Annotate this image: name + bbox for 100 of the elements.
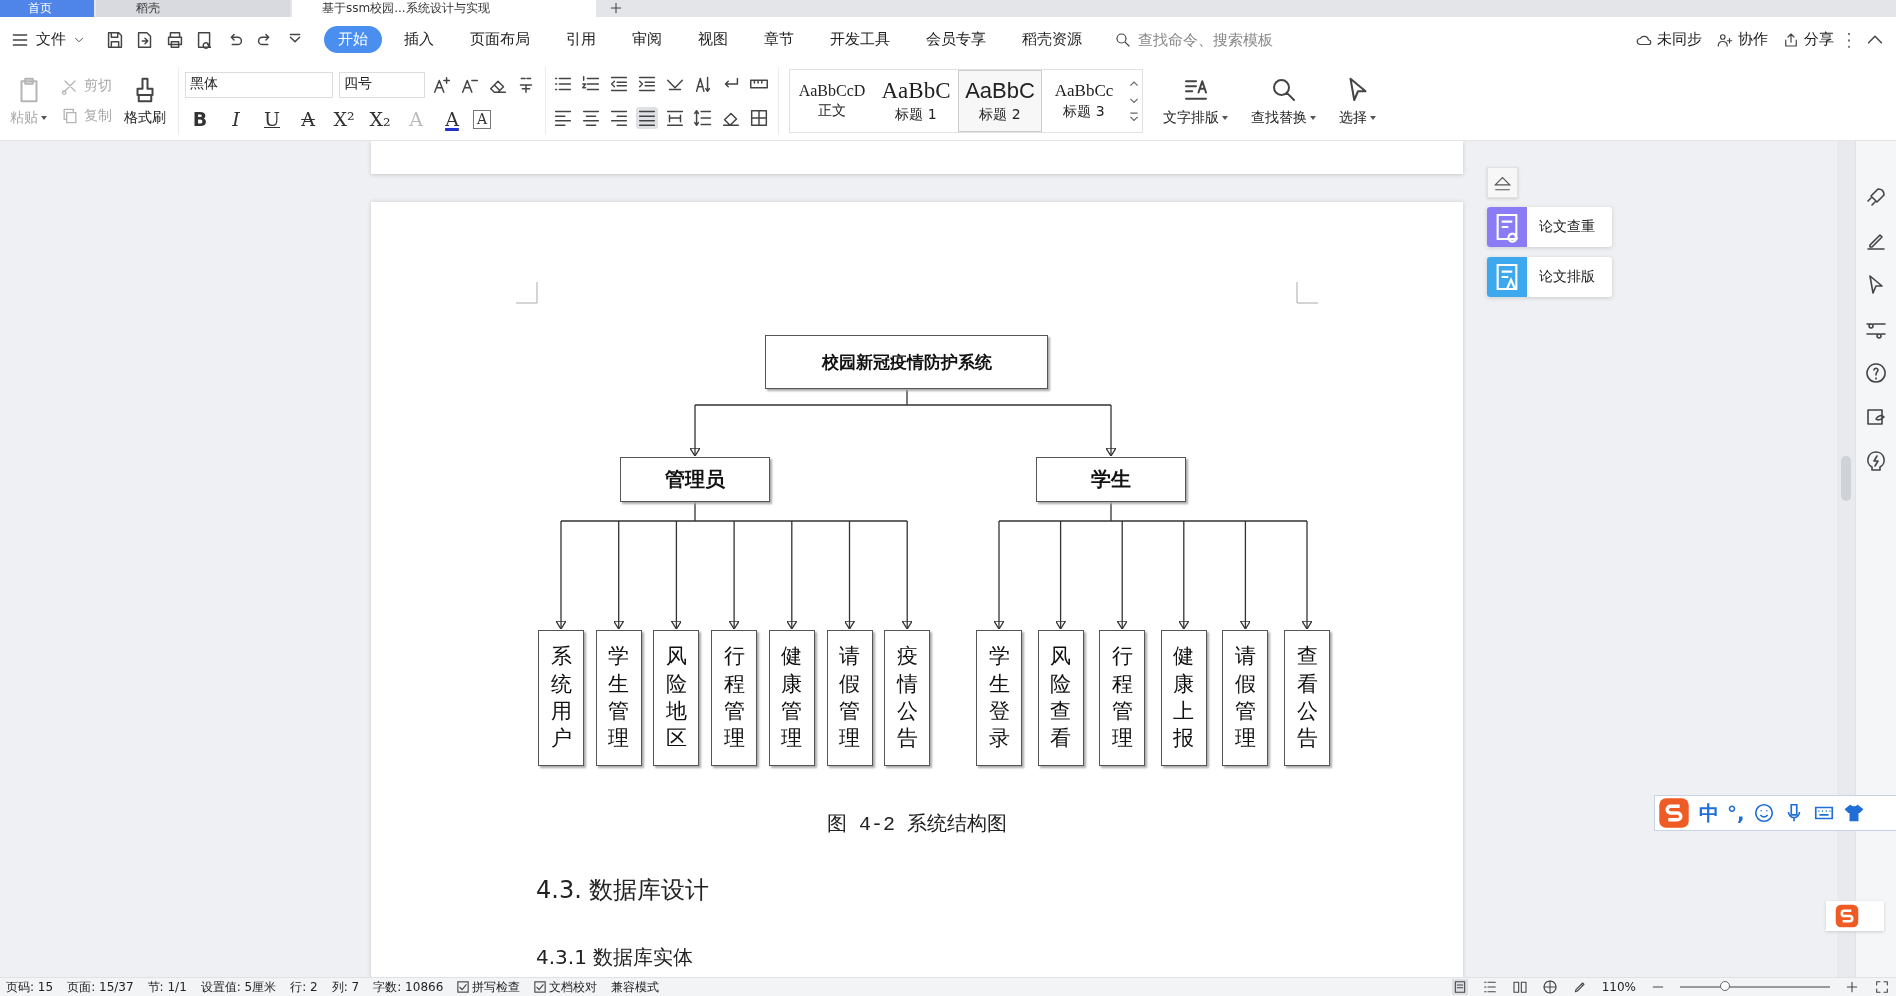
status-toggle[interactable]: 拼写检查 <box>457 978 521 996</box>
ribbon-tab[interactable]: 插入 <box>390 26 448 53</box>
ribbon-tab[interactable]: 引用 <box>552 26 610 53</box>
fullscreen-icon[interactable] <box>1874 979 1890 995</box>
figure-caption: 图 4-2 系统结构图 <box>826 812 1008 837</box>
tool-button[interactable]: 查找替换 <box>1247 73 1321 129</box>
ribbon-tab[interactable]: 审阅 <box>618 26 676 53</box>
line-spacing-icon[interactable] <box>692 107 714 129</box>
view-mode-button[interactable] <box>1541 979 1558 995</box>
caret-icon <box>1221 114 1229 122</box>
file-menu[interactable]: 文件 <box>10 29 86 50</box>
ribbon-tab[interactable]: 开发工具 <box>816 26 904 53</box>
diagram-node: 风险地区 <box>653 630 700 766</box>
toolbar-action[interactable]: 协作 <box>1716 30 1768 49</box>
font-name-select[interactable]: 黑体 <box>185 72 333 98</box>
diagram-node: 系统用户 <box>538 630 584 766</box>
diagram-node: 健康管理 <box>768 630 815 766</box>
zoom-level[interactable]: 110% <box>1601 980 1636 994</box>
zoom-in-icon[interactable] <box>1844 979 1860 995</box>
connector-arrow <box>689 404 701 457</box>
format-button[interactable]: I <box>221 108 251 130</box>
zoom-slider-thumb[interactable] <box>1720 981 1730 991</box>
help-icon[interactable] <box>1864 361 1888 385</box>
status-toggle[interactable]: 文档校对 <box>534 978 598 996</box>
view-mode-button[interactable] <box>1511 979 1528 995</box>
format-button[interactable]: A <box>437 108 467 130</box>
diagram-node: 学生 <box>1036 457 1186 502</box>
diagram-node: 行程管理 <box>711 630 758 766</box>
side-card-button[interactable]: 论文排版 <box>1487 257 1612 297</box>
emoji-icon[interactable] <box>1752 802 1775 824</box>
style-preset[interactable]: AaBbC 标题 1 <box>874 70 958 132</box>
diagram-node: 查看公告 <box>1284 630 1330 766</box>
shirt-icon[interactable] <box>1842 802 1865 824</box>
connector-arrow <box>1105 404 1117 457</box>
document-tab[interactable]: 基于ssm校园...系统设计与实现 <box>292 0 596 17</box>
diagram-node: 风险查看 <box>1037 630 1084 766</box>
diagram-node: 学生管理 <box>595 630 642 766</box>
subsection-heading: 4.3.1 数据库实体 <box>536 944 694 971</box>
format-button[interactable]: U <box>257 108 287 130</box>
diagram-node: 行程管理 <box>1099 630 1146 766</box>
status-item: 设置值: 5厘米 <box>200 978 277 996</box>
ribbon-tab[interactable]: 视图 <box>684 26 742 53</box>
new-tab-icon[interactable] <box>608 0 624 16</box>
search-icon <box>1114 30 1132 49</box>
view-mode-button[interactable] <box>1451 979 1468 995</box>
ime-toolbar[interactable]: 中 °, <box>1654 795 1896 831</box>
collapse-panel-button[interactable] <box>1487 167 1518 198</box>
ribbon-tab[interactable]: 页面布局 <box>456 26 544 53</box>
ribbon-tab[interactable]: 章节 <box>750 26 808 53</box>
ime-mode[interactable]: 中 <box>1699 799 1719 827</box>
ime-logo-icon[interactable] <box>1657 796 1691 830</box>
style-preset[interactable]: AaBbC 标题 2 <box>958 70 1042 132</box>
tool-button[interactable]: 选择 <box>1335 73 1381 129</box>
document-tab[interactable]: 稻壳 <box>96 0 290 17</box>
format-painter-button[interactable]: 格式刷 <box>120 73 170 129</box>
caret-icon <box>1369 114 1377 122</box>
grow-font-icon[interactable] <box>431 74 453 96</box>
toolbar-action[interactable]: 分享 <box>1782 30 1834 49</box>
rocket-icon[interactable] <box>1864 185 1888 209</box>
font-size-select[interactable]: 四号 <box>339 72 425 98</box>
diagram-node: 请假管理 <box>826 630 873 766</box>
diagram-node: 请假管理 <box>1222 630 1269 766</box>
style-preset[interactable]: AaBbCc 标题 3 <box>1042 70 1126 132</box>
format-button[interactable]: A <box>473 109 491 129</box>
section-heading: 4.3. 数据库设计 <box>536 875 710 906</box>
status-item: 节: 1/1 <box>147 978 187 996</box>
toolbar-action[interactable]: 未同步 <box>1635 30 1702 49</box>
format-button[interactable]: X² <box>329 108 359 130</box>
diagram-node: 疫情公告 <box>884 630 931 766</box>
status-item: 列: 7 <box>331 978 360 996</box>
format-button[interactable]: X₂ <box>365 108 395 130</box>
align-button[interactable] <box>636 107 658 129</box>
compatibility-mode: 兼容模式 <box>611 978 660 996</box>
lightbulb-icon[interactable] <box>1864 449 1888 473</box>
ribbon-tab[interactable]: 稻壳资源 <box>1008 26 1096 53</box>
format-button[interactable]: B <box>185 108 215 130</box>
side-card-button[interactable]: 论文查重 <box>1487 207 1612 247</box>
tool-button[interactable]: 文字排版 <box>1159 73 1233 129</box>
ime-mini-toolbar[interactable] <box>1826 901 1884 931</box>
ime-logo-icon <box>1834 903 1860 929</box>
command-search-field[interactable]: 查找命令、搜索模板 <box>1114 29 1310 50</box>
margin-corner-mark <box>516 282 538 304</box>
status-item: 字数: 10866 <box>373 978 444 996</box>
diagram-node: 管理员 <box>620 457 770 502</box>
status-item: 行: 2 <box>290 978 318 996</box>
document-tab[interactable]: 首页 <box>0 0 94 17</box>
caret-icon <box>40 114 48 122</box>
format-button[interactable]: A <box>293 108 323 130</box>
ribbon-tab[interactable]: 会员专享 <box>912 26 1000 53</box>
diagram-node: 学生登录 <box>976 630 1022 766</box>
style-preset[interactable]: AaBbCcD 正文 <box>790 70 874 132</box>
view-mode-button[interactable] <box>1481 979 1498 995</box>
margin-corner-mark <box>1296 282 1318 304</box>
border-icon[interactable] <box>748 107 770 129</box>
ime-punctuation[interactable]: °, <box>1727 801 1745 825</box>
diagram-node: 校园新冠疫情防护系统 <box>765 335 1048 389</box>
status-item: 页面: 15/37 <box>67 978 134 996</box>
status-item: 页码: 15 <box>6 978 54 996</box>
diagram-node: 健康上报 <box>1160 630 1207 766</box>
vertical-scrollbar[interactable] <box>1837 141 1855 977</box>
